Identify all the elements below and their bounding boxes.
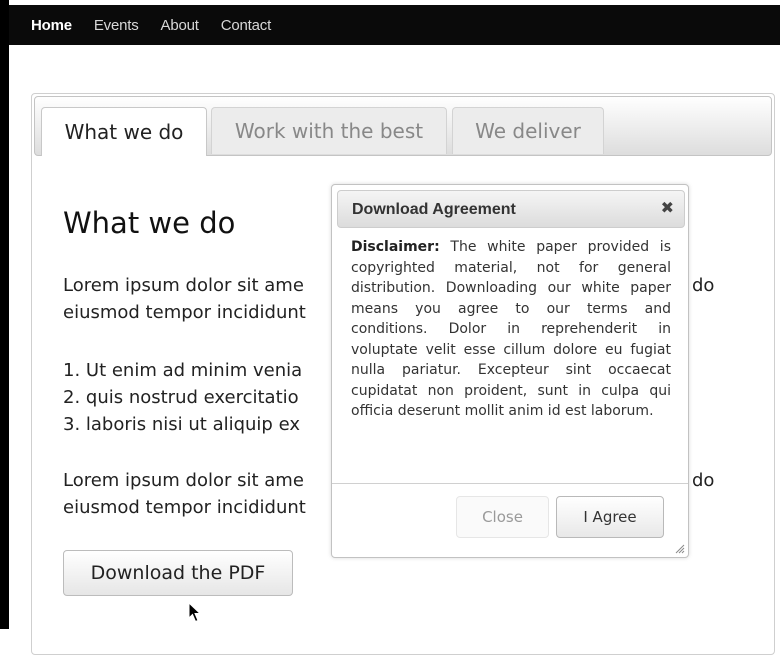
tab-bar: What we do Work with the best We deliver (34, 96, 772, 156)
dialog-body: Disclaimer: The white paper provided is … (351, 237, 671, 422)
download-agreement-dialog: Download Agreement ✖ Disclaimer: The whi… (331, 184, 689, 558)
top-navbar: Home Events About Contact (9, 5, 780, 45)
disclaimer-label: Disclaimer: (351, 239, 440, 255)
list-item: 3. laboris nisi ut aliquip ex (63, 414, 300, 435)
agree-button[interactable]: I Agree (556, 496, 664, 538)
resize-grip-icon[interactable] (673, 542, 685, 554)
list-item: 1. Ut enim ad minim venia (63, 360, 303, 381)
nav-contact[interactable]: Contact (221, 17, 271, 34)
nav-home[interactable]: Home (31, 17, 72, 34)
section-heading: What we do (63, 206, 236, 240)
mouse-pointer-icon (188, 602, 202, 623)
tab-what-we-do[interactable]: What we do (41, 107, 207, 156)
disclaimer-text: The white paper provided is copyrighted … (351, 239, 671, 419)
nav-events[interactable]: Events (94, 17, 139, 34)
dialog-titlebar[interactable]: Download Agreement ✖ (337, 190, 685, 228)
nav-about[interactable]: About (161, 17, 199, 34)
download-pdf-button[interactable]: Download the PDF (63, 550, 293, 596)
window-frame (0, 0, 9, 629)
close-button[interactable]: Close (456, 496, 549, 538)
dialog-divider (332, 483, 688, 484)
paragraph-line-end: do (692, 275, 715, 296)
list-item: 2. quis nostrud exercitatio (63, 387, 299, 408)
tab-we-deliver[interactable]: We deliver (452, 107, 604, 154)
tab-work-with-the-best[interactable]: Work with the best (211, 107, 447, 154)
paragraph-line-end: do (692, 470, 715, 491)
dialog-title: Download Agreement (352, 201, 516, 218)
close-icon[interactable]: ✖ (661, 200, 674, 216)
